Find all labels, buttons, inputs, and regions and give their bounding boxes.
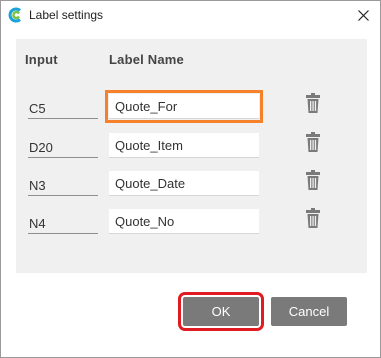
table-row: C5 xyxy=(16,89,367,129)
header-label-name: Label Name xyxy=(109,52,184,67)
input-cell[interactable]: C5 xyxy=(28,99,98,119)
close-button[interactable] xyxy=(351,4,375,26)
table-row: N3 xyxy=(16,166,367,206)
label-name-input[interactable] xyxy=(109,209,259,234)
trash-icon xyxy=(306,208,320,228)
input-cell[interactable]: N3 xyxy=(28,176,98,196)
delete-row-button[interactable] xyxy=(305,92,321,114)
input-cell[interactable]: N4 xyxy=(28,214,98,234)
table-row: D20 xyxy=(16,128,367,168)
app-logo-icon xyxy=(7,7,23,23)
window-title: Label settings xyxy=(29,8,104,22)
header-input: Input xyxy=(25,52,58,67)
title-bar: Label settings xyxy=(1,1,380,29)
label-name-input[interactable] xyxy=(109,133,259,158)
table-row: N4 xyxy=(16,204,367,244)
cancel-button[interactable]: Cancel xyxy=(271,297,347,326)
trash-icon xyxy=(306,170,320,190)
close-icon xyxy=(357,9,369,21)
trash-icon xyxy=(306,93,320,113)
label-settings-panel: Input Label Name C5 D20 xyxy=(16,39,367,273)
label-name-input[interactable] xyxy=(109,171,259,196)
delete-row-button[interactable] xyxy=(305,131,321,153)
label-settings-dialog: Label settings Input Label Name C5 Quote… xyxy=(0,0,381,358)
delete-row-button[interactable] xyxy=(305,169,321,191)
label-name-input[interactable] xyxy=(105,90,263,123)
trash-icon xyxy=(306,132,320,152)
delete-row-button[interactable] xyxy=(305,207,321,229)
input-cell[interactable]: D20 xyxy=(28,138,98,158)
ok-button[interactable]: OK xyxy=(178,292,264,331)
